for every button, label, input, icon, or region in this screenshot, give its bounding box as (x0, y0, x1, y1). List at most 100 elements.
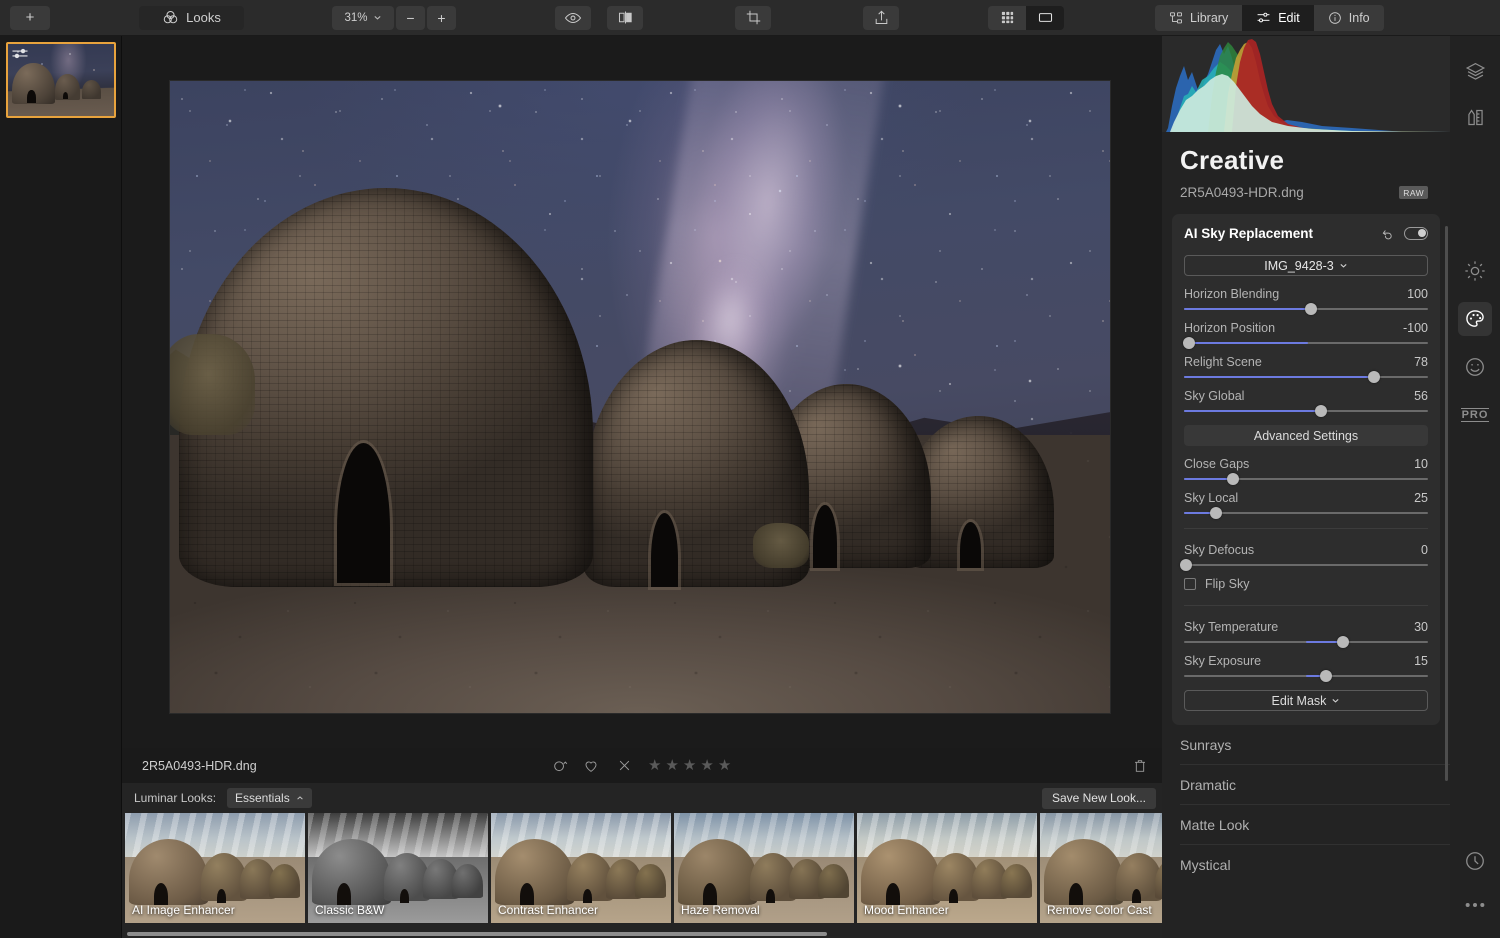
looks-button-label: Looks (186, 10, 221, 25)
history-clock-icon[interactable] (1458, 844, 1492, 878)
look-card-1[interactable]: Classic B&W (308, 813, 488, 923)
sun-essentials-icon[interactable] (1458, 254, 1492, 288)
star-5[interactable]: ★ (718, 758, 731, 773)
look-label-1: Classic B&W (315, 903, 385, 917)
star-rating[interactable]: ★ ★ ★ ★ ★ (648, 758, 731, 773)
reject-x-icon[interactable] (617, 758, 632, 773)
look-card-2[interactable]: Contrast Enhancer (491, 813, 671, 923)
tab-info[interactable]: Info (1313, 4, 1384, 31)
canvas-area (122, 36, 1168, 748)
looks-scrollbar[interactable] (127, 932, 827, 936)
look-card-3[interactable]: Haze Removal (674, 813, 854, 923)
looks-button[interactable]: Looks (139, 5, 244, 30)
tool-list-item-dramatic[interactable]: Dramatic (1180, 765, 1450, 805)
slider-sky-temperature[interactable]: Sky Temperature 30 (1184, 620, 1428, 648)
current-filename: 2R5A0493-HDR.dng (142, 758, 257, 773)
star-1[interactable]: ★ (648, 758, 661, 773)
bush-foreground (752, 523, 810, 568)
share-button[interactable] (863, 5, 899, 30)
add-image-button[interactable]: + (10, 5, 50, 30)
slider-label: Sky Local (1184, 491, 1239, 505)
right-edit-panel: Creative 2R5A0493-HDR.dng RAW AI Sky Rep… (1162, 36, 1450, 938)
tool-enable-toggle[interactable] (1404, 227, 1428, 240)
zoom-out-button[interactable]: − (396, 5, 425, 30)
advanced-settings-label: Advanced Settings (1253, 428, 1359, 443)
ai-sky-replacement-card: AI Sky Replacement IMG_9428-3 Horizon Bl… (1172, 214, 1440, 725)
slider-sky-defocus[interactable]: Sky Defocus 0 (1180, 543, 1428, 571)
save-new-look-label: Save New Look... (1051, 791, 1146, 805)
minus-icon: − (406, 9, 415, 26)
star-2[interactable]: ★ (665, 758, 678, 773)
flip-sky-row[interactable]: Flip Sky (1184, 577, 1428, 591)
slider-sky-local[interactable]: Sky Local 25 (1184, 491, 1428, 519)
preview-toggle-button[interactable] (555, 5, 591, 30)
info-circle-icon (1328, 11, 1342, 25)
layers-icon[interactable] (1458, 54, 1492, 88)
slider-label: Horizon Position (1184, 321, 1276, 335)
tools-pencil-ruler-icon[interactable] (1458, 100, 1492, 134)
tool-list-item-sunrays[interactable]: Sunrays (1180, 725, 1450, 765)
zoom-level-value: 31% (344, 11, 368, 24)
main-photo[interactable] (170, 81, 1110, 713)
slider-sky-exposure[interactable]: Sky Exposure 15 (1184, 654, 1428, 682)
palette-creative-icon[interactable] (1458, 302, 1492, 336)
adjustments-badge-icon (11, 47, 31, 60)
tab-library[interactable]: Library (1155, 4, 1243, 31)
flag-circle-icon[interactable] (552, 757, 569, 774)
portrait-smiley-icon[interactable] (1458, 350, 1492, 384)
chevron-down-icon (1331, 696, 1340, 705)
tool-list-label: Sunrays (1180, 736, 1232, 753)
slider-value: -100 (1402, 321, 1428, 335)
slider-sky-global[interactable]: Sky Global 56 (1184, 389, 1428, 417)
star-3[interactable]: ★ (683, 758, 696, 773)
more-dots-icon[interactable] (1458, 888, 1492, 922)
tool-list-item-matte-look[interactable]: Matte Look (1180, 805, 1450, 845)
slider-value: 100 (1407, 287, 1428, 301)
flip-sky-checkbox[interactable] (1184, 578, 1196, 590)
card-controls (1381, 227, 1428, 241)
looks-category-dropdown[interactable]: Essentials (227, 788, 312, 808)
reset-undo-icon[interactable] (1381, 227, 1395, 241)
star-4[interactable]: ★ (700, 758, 713, 773)
chevron-down-icon (373, 13, 382, 22)
look-card-0[interactable]: AI Image Enhancer (125, 813, 305, 923)
edit-mask-button[interactable]: Edit Mask (1184, 690, 1428, 711)
tab-edit[interactable]: Edit (1242, 4, 1314, 31)
slider-value: 15 (1414, 654, 1428, 668)
slider-label: Sky Global (1184, 389, 1245, 403)
sky-image-dropdown[interactable]: IMG_9428-3 (1184, 255, 1428, 276)
look-card-4[interactable]: Mood Enhancer (857, 813, 1037, 923)
crop-button[interactable] (735, 5, 771, 30)
slider-horizon-blending[interactable]: Horizon Blending 100 (1184, 287, 1428, 315)
grid-view-button[interactable] (988, 5, 1026, 30)
trash-icon[interactable] (1132, 758, 1148, 774)
compare-button[interactable] (607, 5, 643, 30)
looks-venn-icon (162, 9, 179, 26)
slider-relight-scene[interactable]: Relight Scene 78 (1184, 355, 1428, 383)
zoom-in-button[interactable]: + (427, 5, 456, 30)
slider-horizon-position[interactable]: Horizon Position -100 (1182, 321, 1428, 349)
tool-list-label: Matte Look (1180, 816, 1250, 833)
mode-tabs: Library Edit Info (1155, 4, 1384, 31)
tool-list-label: Dramatic (1180, 776, 1237, 793)
look-label-3: Haze Removal (681, 903, 760, 917)
share-export-icon (873, 9, 890, 26)
advanced-settings-button[interactable]: Advanced Settings (1184, 425, 1428, 446)
slider-label: Sky Temperature (1184, 620, 1279, 634)
heart-icon[interactable] (583, 758, 599, 774)
zoom-controls: 31% − + (332, 5, 456, 30)
zoom-level-dropdown[interactable]: 31% (332, 5, 394, 30)
right-panel-scrollbar[interactable] (1445, 226, 1448, 781)
tool-list-item-mystical[interactable]: Mystical (1180, 845, 1450, 885)
tab-library-label: Library (1190, 10, 1229, 25)
slider-label: Close Gaps (1184, 457, 1250, 471)
looks-header: Luminar Looks: Essentials Save New Look.… (122, 783, 1168, 813)
panel-title: Creative (1180, 145, 1285, 175)
pro-icon[interactable]: PRO (1458, 398, 1492, 432)
filmstrip-thumbnail[interactable] (6, 42, 116, 118)
slider-close-gaps[interactable]: Close Gaps 10 (1184, 457, 1428, 485)
crop-icon (745, 9, 762, 26)
eye-preview-icon (564, 9, 582, 27)
save-new-look-button[interactable]: Save New Look... (1041, 787, 1156, 809)
single-view-button[interactable] (1026, 5, 1064, 30)
